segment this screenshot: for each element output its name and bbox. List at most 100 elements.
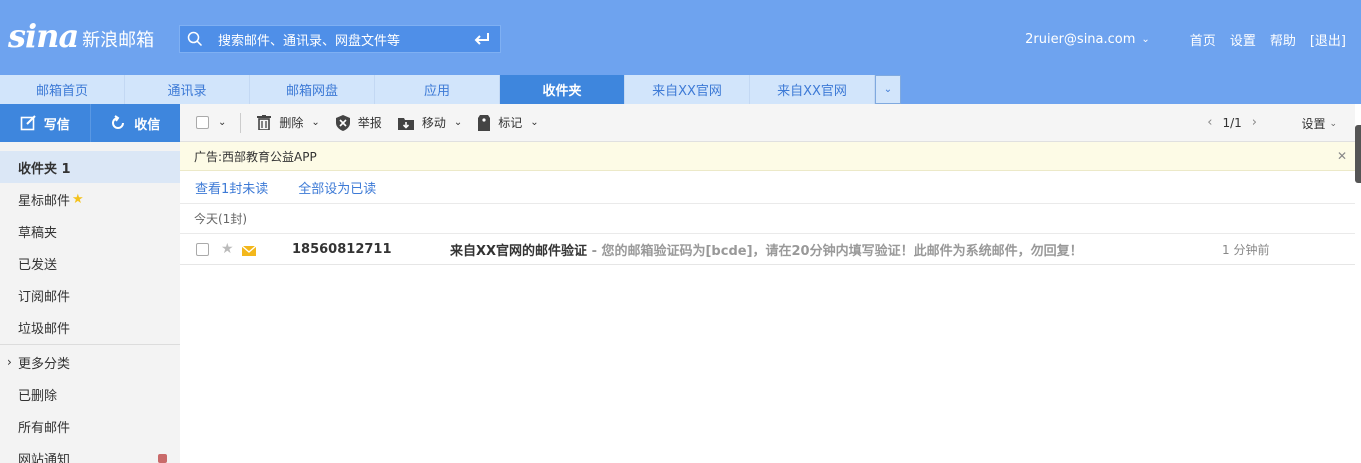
tab-contacts[interactable]: 通讯录 [125,75,250,104]
search-icon[interactable] [180,25,210,53]
compose-icon [20,115,36,131]
mark-all-read-link[interactable]: 全部设为已读 [298,178,376,197]
folder-spam[interactable]: 垃圾邮件 [0,311,180,343]
write-button[interactable]: 写信 [0,104,90,142]
folder-label: 所有邮件 [18,420,71,436]
page-indicator: 1/1 [1222,115,1242,130]
shield-x-icon [335,114,350,131]
chevron-down-icon: ⌄ [453,117,463,128]
write-label: 写信 [43,117,70,133]
tab-mail-1[interactable]: 来自XX官网 [625,75,750,104]
compose-bar: 写信 收信 [0,104,180,142]
list-settings-dropdown[interactable]: 设置 ⌄ [1301,115,1337,132]
mail-main: ⌄ 删除 ⌄ 举报 移动 ⌄ 标记 ⌄ ‹ 1/1 › 设置 ⌄ 广告:西部教育… [180,104,1355,463]
settings-link[interactable]: 设置 [1230,30,1256,49]
folder-deleted[interactable]: 已删除 [0,378,180,410]
mail-checkbox[interactable] [196,242,209,256]
folder-site-notices[interactable]: 网站通知 [0,442,180,463]
select-dropdown-chevron-icon[interactable]: ⌄ [218,117,226,128]
folder-label: 网站通知 [18,452,71,463]
tab-mail-home[interactable]: 邮箱首页 [0,75,125,104]
mail-subject: 来自XX官网的邮件验证 - 您的邮箱验证码为[bcde]，请在20分钟内填写验证… [450,240,1083,259]
move-button[interactable]: 移动 ⌄ [397,114,463,131]
mail-list-item[interactable]: ★ 18560812711 来自XX官网的邮件验证 - 您的邮箱验证码为[bcd… [180,234,1355,265]
folder-label: 更多分类 [18,356,71,372]
refresh-icon [110,115,126,131]
folder-label: 收件夹 1 [18,161,71,177]
prev-page-icon[interactable]: ‹ [1207,115,1212,130]
move-label: 移动 [421,116,446,130]
header-bar: sina 新浪邮箱 搜索邮件、通讯录、网盘文件等 2ruier@sina.com… [0,0,1361,75]
logo-mark: sina [8,17,79,55]
tab-more-button[interactable]: ⌄ [875,75,901,104]
select-all-checkbox[interactable] [196,116,209,129]
chevron-down-icon: ⌄ [1141,34,1150,45]
star-icon: ★ [72,191,84,207]
chevron-right-icon: › [7,355,12,369]
mark-label: 标记 [498,116,523,130]
mark-button[interactable]: 标记 ⌄ [478,114,539,131]
chevron-down-icon: ⌄ [1329,118,1337,129]
delete-label: 删除 [279,116,304,130]
chevron-down-icon: ⌄ [530,117,539,128]
scrollbar-handle[interactable] [1355,125,1361,183]
close-icon[interactable]: ✕ [1337,149,1347,163]
folder-drafts[interactable]: 草稿夹 [0,215,180,247]
unread-envelope-icon [241,245,257,260]
folder-label: 草稿夹 [18,225,58,241]
tab-netdisk[interactable]: 邮箱网盘 [250,75,375,104]
mail-toolbar: ⌄ 删除 ⌄ 举报 移动 ⌄ 标记 ⌄ ‹ 1/1 › 设置 ⌄ [180,104,1355,142]
star-icon[interactable]: ★ [221,241,234,257]
folder-label: 星标邮件 [18,193,71,209]
folder-label: 垃圾邮件 [18,321,71,337]
mail-preview: - 您的邮箱验证码为[bcde]，请在20分钟内填写验证！此邮件为系统邮件，勿回… [587,243,1083,259]
tab-bar: 邮箱首页 通讯录 邮箱网盘 应用 收件夹 来自XX官网 来自XX官网 ⌄ [0,75,1361,104]
receive-button[interactable]: 收信 [89,104,181,142]
mail-group-header: 今天(1封) [180,204,1355,234]
folder-starred[interactable]: 星标邮件 ★ [0,183,180,215]
trash-icon [257,115,272,130]
ad-banner[interactable]: 广告:西部教育公益APP ✕ [180,142,1355,171]
tab-mail-2[interactable]: 来自XX官网 [750,75,875,104]
folder-all-mail[interactable]: 所有邮件 [0,410,180,442]
mail-subject-text: 来自XX官网的邮件验证 [450,243,588,259]
enter-icon[interactable] [464,25,500,53]
mail-time: 1 分钟前 [1222,242,1270,257]
folder-more-categories[interactable]: › 更多分类 [0,346,180,378]
delete-button[interactable]: 删除 ⌄ [257,114,320,131]
tab-apps[interactable]: 应用 [375,75,500,104]
search-box[interactable]: 搜索邮件、通讯录、网盘文件等 [179,25,501,53]
folder-subscriptions[interactable]: 订阅邮件 [0,279,180,311]
sidebar: 写信 收信 收件夹 1 星标邮件 ★ 草稿夹 已发送 订阅邮件 垃圾邮件 › 更多分… [0,104,180,463]
receive-label: 收信 [134,117,161,133]
folder-sent[interactable]: 已发送 [0,247,180,279]
folder-inbox[interactable]: 收件夹 1 [0,151,180,183]
chevron-down-icon: ⌄ [311,117,320,128]
folder-list: 收件夹 1 星标邮件 ★ 草稿夹 已发送 订阅邮件 垃圾邮件 › 更多分类 已删除 … [0,142,180,463]
divider [240,112,242,133]
divider [0,344,180,345]
mail-sender: 18560812711 [292,241,392,257]
report-button[interactable]: 举报 [335,114,382,131]
home-link[interactable]: 首页 [1190,30,1216,49]
folder-label: 订阅邮件 [18,289,71,305]
settings-label: 设置 [1301,117,1326,131]
move-to-folder-icon [397,115,414,130]
next-page-icon[interactable]: › [1252,115,1257,130]
logout-link[interactable]: [退出] [1310,30,1346,49]
folder-label: 已删除 [18,388,58,404]
quick-actions: 查看1封未读 全部设为已读 [180,171,1355,204]
notice-badge-icon [158,454,167,463]
tab-inbox[interactable]: 收件夹 [500,75,625,104]
chevron-down-icon: ⌄ [883,84,893,95]
view-unread-link[interactable]: 查看1封未读 [195,178,268,197]
logo-text: 新浪邮箱 [82,30,155,51]
top-nav: 2ruier@sina.com ⌄ 首页 设置 帮助 [退出] [1025,30,1346,49]
search-input[interactable]: 搜索邮件、通讯录、网盘文件等 [218,30,464,49]
report-label: 举报 [357,116,382,130]
tab-bar-fill [901,75,1361,104]
sina-logo[interactable]: sina 新浪邮箱 [8,14,154,58]
ad-text[interactable]: 广告:西部教育公益APP [194,148,317,165]
account-menu[interactable]: 2ruier@sina.com ⌄ [1025,32,1150,47]
help-link[interactable]: 帮助 [1270,30,1296,49]
